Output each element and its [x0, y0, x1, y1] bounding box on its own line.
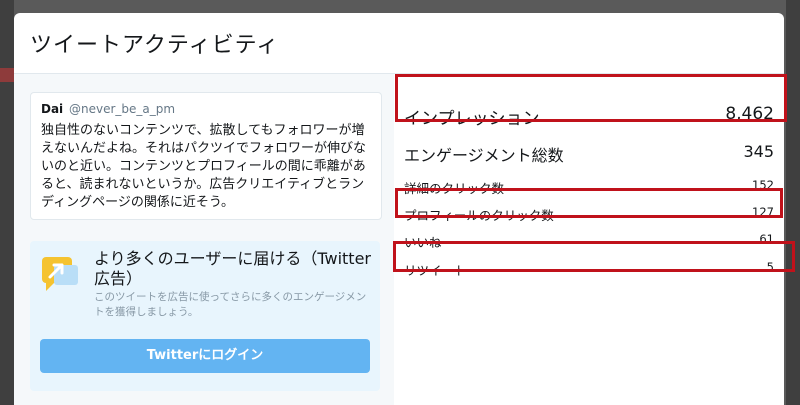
promo-subtext: このツイートを広告に使ってさらに多くのエンゲージメントを獲得しましょう。: [94, 291, 367, 318]
twitter-login-button[interactable]: Twitterにログイン: [40, 339, 370, 373]
tweet-author-handle[interactable]: @never_be_a_pm: [69, 102, 175, 116]
modal-title: ツイートアクティビティ: [30, 33, 280, 58]
tweet-author-name[interactable]: Dai: [41, 102, 63, 116]
modal-header: ツイートアクティビティ: [14, 13, 784, 74]
highlight-profile-clicks: [395, 188, 783, 218]
left-column: Dai @never_be_a_pm 独自性のないコンテンツで、拡散してもフォロ…: [14, 74, 394, 405]
megaphone-icon: [42, 257, 78, 291]
tweet-card[interactable]: Dai @never_be_a_pm 独自性のないコンテンツで、拡散してもフォロ…: [30, 92, 382, 220]
stat-engagements-value: 345: [743, 142, 774, 161]
stats-column: インプレッション 8,462 エンゲージメント総数 345 詳細のクリック数 1…: [394, 74, 784, 405]
backdrop-right-edge: [786, 0, 800, 405]
stat-engagements-label: エンゲージメント総数: [404, 146, 564, 165]
tweet-author: Dai @never_be_a_pm: [41, 102, 175, 116]
backdrop-left-edge: [0, 0, 14, 405]
backdrop-accent: [0, 68, 14, 82]
promo-heading: より多くのユーザーに届ける（Twitter広告）: [94, 249, 371, 288]
highlight-impressions: [395, 74, 787, 122]
ads-promo-card: より多くのユーザーに届ける（Twitter広告） このツイートを広告に使ってさら…: [30, 241, 380, 391]
stat-engagements: エンゲージメント総数 345: [404, 142, 774, 166]
highlight-retweets: [393, 241, 795, 272]
tweet-text: 独自性のないコンテンツで、拡散してもフォロワーが増えないんだよね。それはパクツイ…: [41, 123, 367, 210]
